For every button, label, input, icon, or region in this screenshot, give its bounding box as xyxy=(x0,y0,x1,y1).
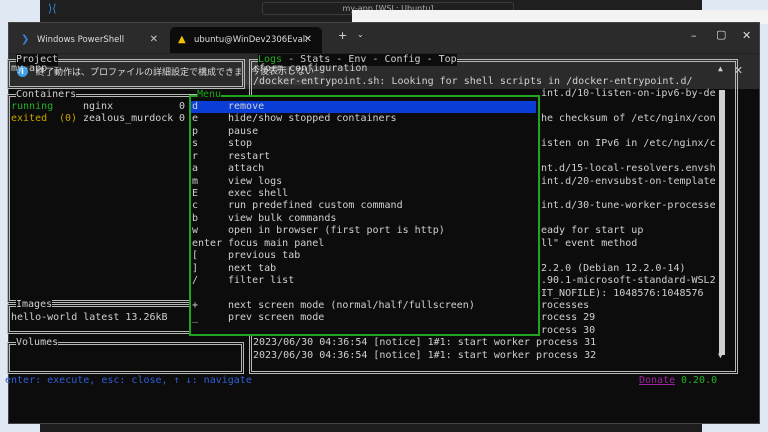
volumes-panel[interactable]: Volumes xyxy=(7,337,244,374)
project-name: my-app xyxy=(11,63,48,75)
menu-item-3[interactable]: stop xyxy=(228,138,252,150)
menu-item-key[interactable]: w xyxy=(192,225,198,237)
log-line: int.d/10-listen-on-ipv6-by-de xyxy=(541,88,716,100)
keybinding-hint: enter: execute, esc: close, ↑ ↓: navigat… xyxy=(5,374,252,386)
tab-label: Windows PowerShell xyxy=(37,35,125,45)
menu-item-1[interactable]: hide/show stopped containers xyxy=(228,113,397,125)
menu-item-key[interactable]: m xyxy=(192,176,198,188)
log-line: isten on IPv6 in /etc/nginx/c xyxy=(541,138,716,150)
menu-item-key[interactable]: e xyxy=(192,113,198,125)
container-exit-code: (0) xyxy=(59,113,78,125)
menu-item-9[interactable]: view bulk commands xyxy=(228,213,336,225)
scroll-down-icon[interactable]: ▼ xyxy=(718,350,723,362)
linux-icon: ▲ xyxy=(178,34,186,45)
menu-item-key[interactable]: r xyxy=(192,151,198,163)
log-line: ll" event method xyxy=(541,237,638,249)
menu-item-5[interactable]: attach xyxy=(228,163,264,175)
lazydocker-ui: Project my-app Logs - Stats - Env - Conf… xyxy=(0,0,760,410)
close-tab-icon[interactable]: ✕ xyxy=(150,27,158,53)
version-label: 0.20.0 xyxy=(681,374,718,386)
menu-item-key[interactable]: c xyxy=(192,200,198,212)
menu-item-key[interactable]: p xyxy=(192,126,198,138)
menu-item-key[interactable]: [ xyxy=(192,250,198,262)
menu-item-key[interactable]: b xyxy=(192,213,198,225)
menu-item-12[interactable]: previous tab xyxy=(228,250,300,262)
log-line: 2023/06/30 04:36:54 [notice] 1#1: start … xyxy=(253,349,597,361)
new-tab-icon[interactable]: + xyxy=(338,29,347,42)
log-line: eady for start up xyxy=(541,225,644,237)
tab-bar: ❯ Windows PowerShell ✕ ▲ ubuntu@WinDev23… xyxy=(9,23,759,71)
menu-item-8[interactable]: run predefined custom command xyxy=(228,200,403,212)
log-line: he checksum of /etc/nginx/con xyxy=(541,113,716,125)
minimize-icon[interactable]: – xyxy=(691,29,697,42)
log-line: int.d/30-tune-worker-processe xyxy=(541,200,716,212)
container-status: running xyxy=(11,100,54,112)
log-line: rocess 30 xyxy=(541,324,596,336)
container-value: 0 xyxy=(179,113,186,125)
vscode-logo-icon: ⟩⟨ xyxy=(48,2,57,15)
menu-item-key[interactable]: E xyxy=(192,188,198,200)
logs-scrollbar[interactable] xyxy=(719,90,725,355)
container-value: 0 xyxy=(179,100,186,112)
menu-item-key[interactable]: a xyxy=(192,163,198,175)
maximize-icon[interactable]: ▢ xyxy=(716,28,726,41)
menu-item-4[interactable]: restart xyxy=(228,151,270,163)
container-name: zealous_murdock xyxy=(83,113,174,125)
menu-item-key[interactable]: ] xyxy=(192,263,198,275)
dropdown-icon[interactable]: ⌄ xyxy=(357,30,364,39)
container-status: exited xyxy=(11,113,48,125)
menu-item-16[interactable]: prev screen mode xyxy=(228,312,324,324)
log-line: /docker-entrypoint.sh: Looking for shell… xyxy=(253,75,693,87)
powershell-icon: ❯ xyxy=(21,34,30,45)
log-line: .90.1-microsoft-standard-WSL2 xyxy=(541,275,716,287)
panel-title: Containers xyxy=(16,89,77,101)
image-row[interactable]: hello-world latest 13.26kB xyxy=(11,312,168,324)
menu-item-11[interactable]: focus main panel xyxy=(228,238,324,250)
menu-item-14[interactable]: filter list xyxy=(228,275,294,287)
log-line: rform configuration xyxy=(253,63,368,75)
log-line: int.d/20-envsubst-on-template xyxy=(541,175,716,187)
menu-item-2[interactable]: pause xyxy=(228,126,258,138)
close-tab-icon[interactable]: ✕ xyxy=(304,27,312,53)
menu-item-key[interactable]: s xyxy=(192,138,198,150)
container-name: nginx xyxy=(83,100,114,112)
menu-item-0[interactable]: remove xyxy=(228,101,264,113)
menu-title: Menu xyxy=(197,89,222,101)
menu-item-6[interactable]: view logs xyxy=(228,176,282,188)
scroll-up-icon[interactable]: ▲ xyxy=(718,63,723,75)
menu-item-key[interactable]: enter xyxy=(192,238,222,250)
tab-powershell[interactable]: ❯ Windows PowerShell ✕ xyxy=(13,27,168,53)
panel-title: Volumes xyxy=(16,337,59,349)
menu-item-key[interactable]: d xyxy=(192,101,198,113)
log-line: IT_NOFILE): 1048576:1048576 xyxy=(541,287,704,299)
close-window-icon[interactable]: ✕ xyxy=(742,29,751,42)
container-row[interactable]: running xyxy=(11,101,53,113)
menu-item-key[interactable]: + xyxy=(192,300,198,312)
panel-title: Images xyxy=(16,299,53,311)
log-line: 2.2.0 (Debian 12.2.0-14) xyxy=(541,262,686,274)
log-line: 2023/06/30 04:36:54 [notice] 1#1: start … xyxy=(253,337,597,349)
menu-item-key[interactable]: _ xyxy=(192,312,198,324)
container-row[interactable]: exited xyxy=(11,113,47,125)
menu-item-10[interactable]: open in browser (first port is http) xyxy=(228,225,445,237)
log-line: rocesses xyxy=(541,300,590,311)
tab-ubuntu[interactable]: ▲ ubuntu@WinDev2306Eval: ~/r ✕ xyxy=(170,27,322,71)
menu-item-key[interactable]: / xyxy=(192,275,198,287)
menu-item-7[interactable]: exec shell xyxy=(228,188,288,200)
log-line: nt.d/15-local-resolvers.envsh xyxy=(541,163,716,175)
menu-item-13[interactable]: next tab xyxy=(228,263,276,275)
menu-item-15[interactable]: next screen mode (normal/half/fullscreen… xyxy=(228,300,475,312)
log-line: rocess 29 xyxy=(541,312,596,324)
donate-link[interactable]: Donate xyxy=(639,375,675,387)
